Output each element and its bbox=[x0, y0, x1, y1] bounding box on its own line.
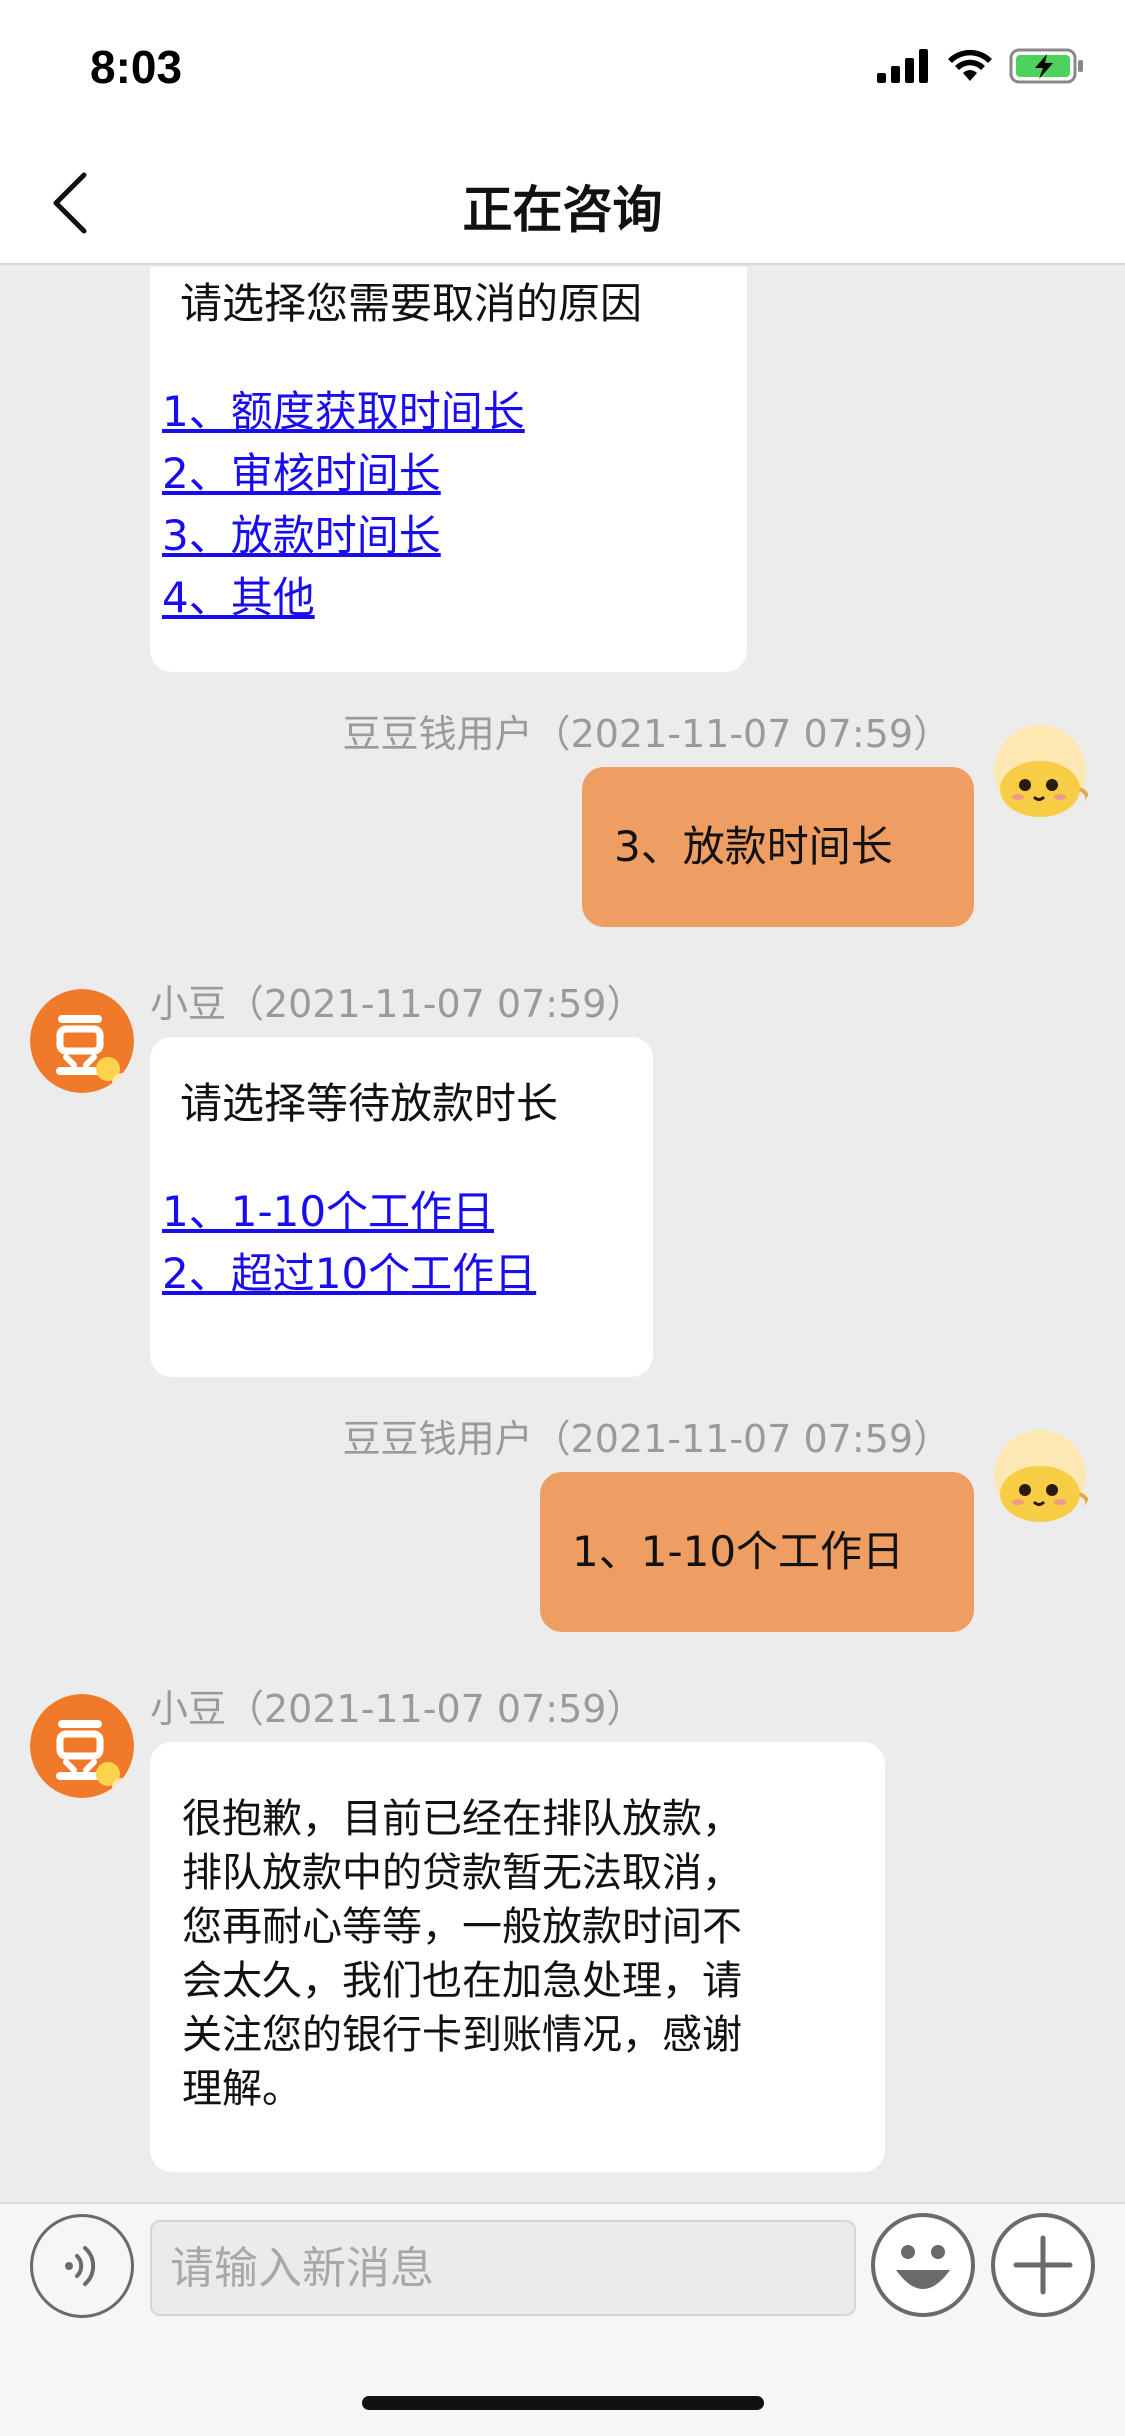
bot-avatar bbox=[30, 1694, 134, 1798]
page-title: 正在咨询 bbox=[462, 181, 663, 239]
user-avatar-icon bbox=[994, 725, 1090, 817]
message-meta: 豆豆钱用户（2021-11-07 07:59） bbox=[342, 712, 951, 756]
option-link[interactable]: 2、审核时间长 bbox=[162, 443, 717, 505]
status-bar: 8:03 bbox=[0, 0, 1125, 140]
plus-icon bbox=[991, 2213, 1095, 2317]
user-avatar bbox=[990, 719, 1094, 823]
user-avatar-icon bbox=[994, 1430, 1090, 1522]
message-text-line: 关注您的银行卡到账情况，感谢 bbox=[182, 2012, 742, 2058]
smiley-icon bbox=[871, 2213, 975, 2317]
message-text-line: 会太久，我们也在加急处理，请 bbox=[182, 1958, 742, 2004]
user-message-bubble: 3、放款时间长 bbox=[582, 767, 974, 927]
bot-avatar bbox=[30, 989, 134, 1093]
message-text-line: 您再耐心等等，一般放款时间不 bbox=[182, 1904, 742, 1950]
option-link[interactable]: 3、放款时间长 bbox=[162, 505, 717, 567]
message-input[interactable] bbox=[150, 2220, 856, 2316]
message-meta: 豆豆钱用户（2021-11-07 07:59） bbox=[342, 1417, 951, 1461]
input-bar bbox=[0, 2202, 1125, 2332]
chat-area[interactable]: 请选择您需要取消的原因 1、额度获取时间长 2、审核时间长 3、放款时间长 4、… bbox=[0, 267, 1125, 2202]
message-text: 3、放款时间长 bbox=[614, 822, 893, 871]
message-prompt: 请选择您需要取消的原因 bbox=[180, 279, 643, 328]
bot-message-bubble: 很抱歉，目前已经在排队放款， 排队放款中的贷款暂无法取消， 您再耐心等等，一般放… bbox=[150, 1742, 885, 2172]
voice-button[interactable] bbox=[30, 2214, 134, 2318]
home-area bbox=[0, 2332, 1125, 2436]
message-text: 1、1-10个工作日 bbox=[572, 1527, 905, 1576]
message-text-line: 很抱歉，目前已经在排队放款， bbox=[182, 1796, 742, 1842]
nav-bar: 正在咨询 bbox=[0, 140, 1125, 265]
option-link[interactable]: 1、1-10个工作日 bbox=[162, 1181, 623, 1243]
message-prompt: 请选择等待放款时长 bbox=[180, 1079, 559, 1128]
option-link[interactable]: 2、超过10个工作日 bbox=[162, 1243, 623, 1305]
voice-icon bbox=[65, 2246, 96, 2286]
bot-avatar-icon bbox=[30, 989, 134, 1093]
option-link[interactable]: 1、额度获取时间长 bbox=[162, 381, 717, 443]
option-link[interactable]: 4、其他 bbox=[162, 567, 717, 629]
message-text-line: 理解。 bbox=[182, 2066, 302, 2112]
home-indicator[interactable] bbox=[362, 2396, 764, 2410]
bot-message-bubble: 请选择您需要取消的原因 1、额度获取时间长 2、审核时间长 3、放款时间长 4、… bbox=[150, 267, 747, 672]
user-avatar bbox=[990, 1424, 1094, 1528]
battery-icon bbox=[1009, 48, 1083, 84]
add-button[interactable] bbox=[990, 2212, 1096, 2318]
status-time: 8:03 bbox=[90, 41, 183, 93]
emoji-button[interactable] bbox=[870, 2212, 976, 2318]
status-icons bbox=[877, 48, 1085, 84]
message-meta: 小豆（2021-11-07 07:59） bbox=[150, 982, 645, 1026]
user-message-bubble: 1、1-10个工作日 bbox=[540, 1472, 974, 1632]
bot-avatar-icon bbox=[30, 1694, 134, 1798]
message-meta: 小豆（2021-11-07 07:59） bbox=[150, 1687, 645, 1731]
wifi-icon bbox=[948, 49, 992, 81]
signal-icon bbox=[877, 49, 928, 83]
message-text-line: 排队放款中的贷款暂无法取消， bbox=[182, 1850, 742, 1896]
bot-message-bubble: 请选择等待放款时长 1、1-10个工作日 2、超过10个工作日 bbox=[150, 1037, 653, 1377]
